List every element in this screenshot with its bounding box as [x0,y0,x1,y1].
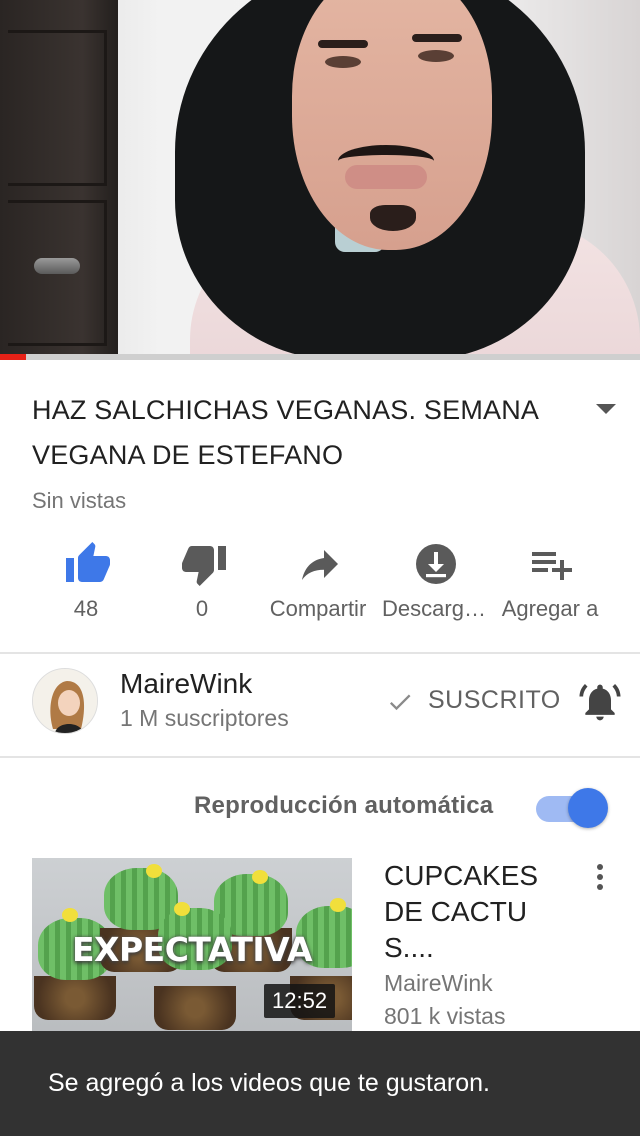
progress-bar[interactable] [0,354,640,360]
thumb-up-icon [66,542,110,582]
share-icon [302,550,338,580]
next-video-thumbnail[interactable]: EXPECTATIVA 12:52 [32,858,352,1038]
more-options-icon[interactable] [590,862,610,892]
divider [0,756,640,758]
subscriber-count: 1 M suscriptores [120,705,289,731]
thumb-down-icon [182,546,226,586]
like-button[interactable]: 48 [26,540,146,632]
download-button[interactable]: Descarg… [374,540,494,632]
add-to-playlist-button[interactable]: Agregar a [490,540,610,632]
avatar-illustration [33,669,97,733]
thumbnail-text: EXPECTATIVA [72,930,313,969]
dislike-button[interactable]: 0 [142,540,262,632]
autoplay-toggle-knob[interactable] [568,788,608,828]
add-to-label: Agregar a [501,596,599,621]
progress-bar-fill [0,354,26,360]
channel-name[interactable]: MaireWink [120,668,252,700]
video-player[interactable] [0,0,640,360]
video-duration: 12:52 [264,984,336,1018]
expand-description-icon[interactable] [596,404,616,414]
channel-avatar[interactable] [32,668,98,734]
autoplay-label: Reproducción automática [194,792,494,819]
next-video-views: 801 k vistas [384,1003,506,1029]
check-icon [389,694,411,711]
share-button[interactable]: Compartir [258,540,378,632]
video-title: HAZ SALCHICHAS VEGANAS. SEMANA VEGANA DE… [32,395,538,470]
next-video-channel: MaireWink [384,970,493,996]
snackbar-message: Se agregó a los videos que te gustaron. [48,1069,490,1097]
download-icon [416,544,456,584]
divider [0,652,640,654]
view-count: Sin vistas [32,488,127,513]
next-video-title[interactable]: CUPCAKES DE CACTUS.... [384,858,544,966]
subscribed-button[interactable]: SUSCRITO [428,686,561,715]
notification-bell-icon[interactable] [578,680,622,724]
playlist-add-icon [532,552,572,580]
